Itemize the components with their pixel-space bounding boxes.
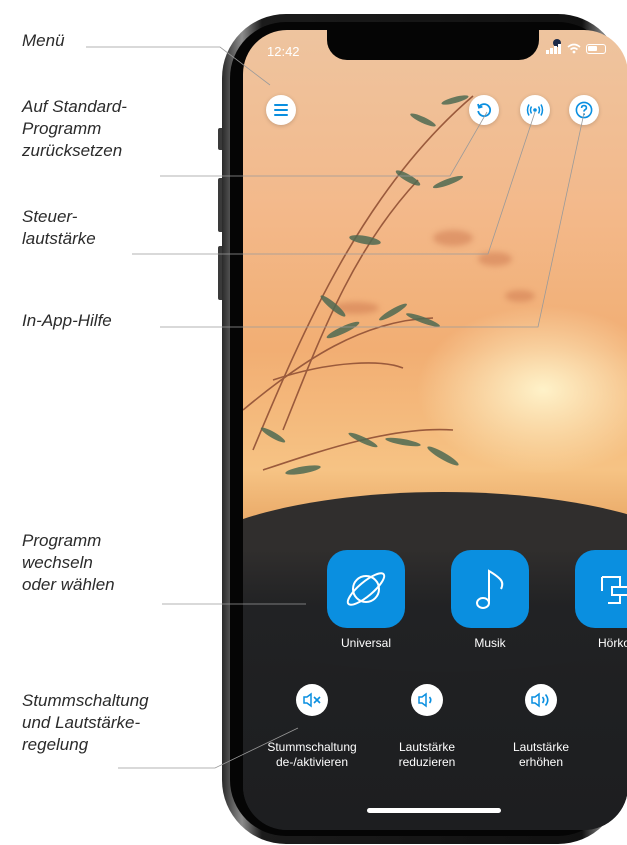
menu-icon <box>274 104 288 116</box>
program-tile-hoerkomfort[interactable] <box>575 550 627 628</box>
mute-button[interactable] <box>296 684 328 716</box>
reset-program-button[interactable] <box>469 95 499 125</box>
status-time: 12:42 <box>267 44 300 59</box>
program-tile-universal[interactable] <box>327 550 405 628</box>
menu-button[interactable] <box>266 95 296 125</box>
annotation-reset: Auf Standard- Programm zurücksetzen <box>22 97 127 160</box>
program-tile-musik[interactable] <box>451 550 529 628</box>
volume-up-label: Lautstärke erhöhen <box>512 740 570 769</box>
wifi-icon <box>567 43 581 54</box>
volume-up-button[interactable] <box>525 684 557 716</box>
home-indicator[interactable] <box>367 808 501 813</box>
planet-icon <box>346 572 386 606</box>
annotation-program: Programm wechseln oder wählen <box>22 531 115 594</box>
app-screen: 12:42 Universal Musik Hörko Stummschaltu… <box>243 30 627 830</box>
program-label: Musik <box>474 636 506 650</box>
mute-label: Stummschaltung de-/aktivieren <box>267 740 357 769</box>
broadcast-icon <box>526 104 544 116</box>
volume-down-button[interactable] <box>411 684 443 716</box>
help-icon <box>575 101 593 119</box>
signal-icon <box>546 43 561 54</box>
program-label: Universal <box>340 636 391 650</box>
reset-icon <box>477 103 492 117</box>
battery-icon <box>586 43 606 54</box>
volume-down-label: Lautstärke reduzieren <box>398 740 456 769</box>
annotation-menu: Menü <box>22 31 65 50</box>
annotation-mute-volume: Stummschaltung und Lautstärke- regelung <box>22 691 149 754</box>
speaker-mute-icon <box>303 692 321 708</box>
control-volume-button[interactable] <box>520 95 550 125</box>
help-button[interactable] <box>569 95 599 125</box>
annotation-control-volume: Steuer- lautstärke <box>22 207 96 248</box>
notch <box>327 30 561 60</box>
speaker-high-icon <box>531 692 549 708</box>
speaker-low-icon <box>418 692 432 708</box>
program-label: Hörko <box>597 636 627 650</box>
speech-icon <box>601 576 627 604</box>
status-indicators <box>546 43 606 54</box>
music-note-icon <box>476 569 504 609</box>
annotation-help: In-App-Hilfe <box>22 311 112 330</box>
